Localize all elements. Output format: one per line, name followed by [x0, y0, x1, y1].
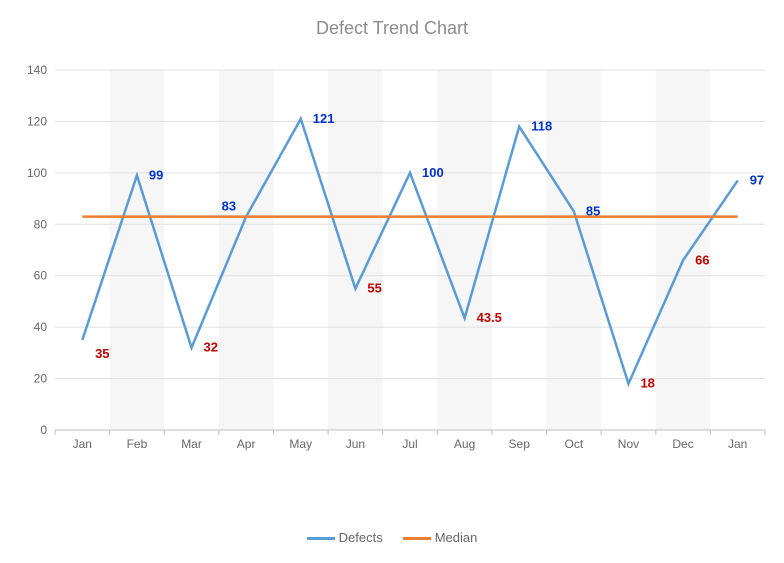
svg-text:60: 60: [34, 269, 48, 283]
svg-text:Apr: Apr: [237, 437, 256, 451]
svg-text:99: 99: [149, 167, 163, 182]
svg-text:83: 83: [222, 199, 236, 214]
svg-text:66: 66: [695, 252, 709, 267]
legend-label: Defects: [339, 530, 383, 545]
svg-text:85: 85: [586, 203, 600, 218]
svg-text:Sep: Sep: [509, 437, 531, 451]
legend-swatch: [403, 537, 431, 540]
svg-text:100: 100: [422, 165, 444, 180]
svg-text:32: 32: [204, 340, 218, 355]
svg-text:0: 0: [40, 423, 47, 437]
svg-text:40: 40: [34, 320, 48, 334]
svg-text:Dec: Dec: [672, 437, 693, 451]
svg-text:Feb: Feb: [127, 437, 148, 451]
svg-text:35: 35: [95, 346, 109, 361]
svg-text:18: 18: [640, 376, 654, 391]
svg-text:140: 140: [27, 63, 47, 77]
chart-container: Defect Trend Chart 0 20 40 60 80 100 120 140 Jan…: [0, 0, 784, 563]
svg-text:May: May: [289, 437, 312, 451]
svg-text:Jun: Jun: [346, 437, 365, 451]
legend-swatch: [307, 537, 335, 540]
svg-text:Jan: Jan: [73, 437, 92, 451]
svg-text:Mar: Mar: [181, 437, 202, 451]
chart-title: Defect Trend Chart: [0, 0, 784, 39]
svg-text:97: 97: [750, 173, 764, 188]
legend-item-defects: Defects: [307, 530, 383, 545]
svg-text:100: 100: [27, 166, 47, 180]
svg-text:55: 55: [367, 281, 381, 296]
legend-item-median: Median: [403, 530, 478, 545]
legend: Defects Median: [0, 530, 784, 545]
svg-text:Jan: Jan: [728, 437, 747, 451]
legend-label: Median: [435, 530, 478, 545]
svg-text:Jul: Jul: [402, 437, 417, 451]
svg-text:Nov: Nov: [618, 437, 639, 451]
svg-text:Oct: Oct: [565, 437, 584, 451]
svg-text:121: 121: [313, 111, 335, 126]
chart-plot: 020406080100120140JanFebMarAprMayJunJulA…: [55, 60, 765, 460]
svg-text:118: 118: [531, 119, 552, 134]
svg-text:20: 20: [34, 372, 48, 386]
svg-text:Aug: Aug: [454, 437, 475, 451]
svg-text:120: 120: [27, 114, 47, 128]
svg-text:80: 80: [34, 217, 48, 231]
svg-text:43.5: 43.5: [477, 310, 502, 325]
